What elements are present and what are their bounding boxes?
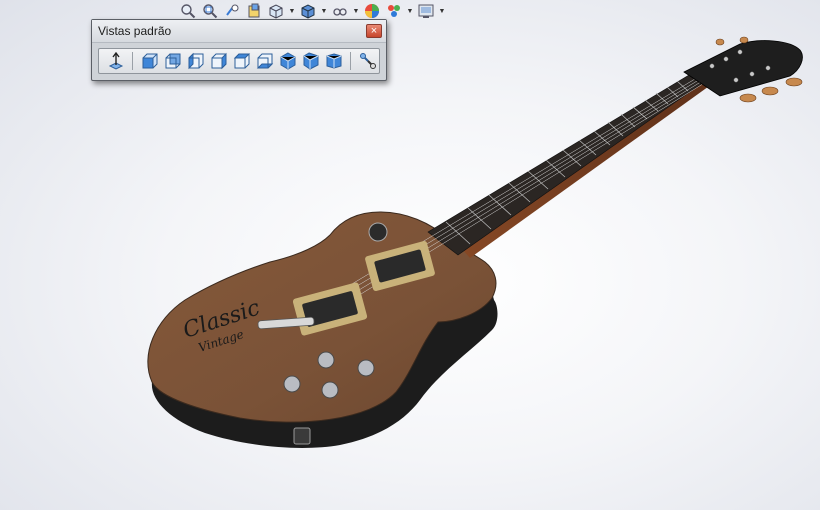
toolbar-separator [350, 52, 351, 70]
isometric-view-icon[interactable] [277, 50, 298, 72]
view-settings-dropdown-icon[interactable]: ▼ [438, 1, 446, 21]
left-view-icon[interactable] [185, 50, 206, 72]
toolbar-separator [132, 52, 133, 70]
bottom-view-icon[interactable] [254, 50, 275, 72]
close-button[interactable]: × [366, 24, 382, 38]
edit-appearance-icon[interactable] [362, 1, 382, 21]
selector-switch [368, 222, 388, 242]
previous-view-icon[interactable] [222, 1, 242, 21]
hide-show-items-dropdown-icon[interactable]: ▼ [352, 1, 360, 21]
front-view-icon[interactable] [139, 50, 160, 72]
output-jack [293, 427, 311, 445]
display-style-dropdown-icon[interactable]: ▼ [320, 1, 328, 21]
link-view-icon[interactable] [357, 50, 378, 72]
standard-views-titlebar[interactable]: Vistas padrão × [92, 20, 386, 43]
view-orientation-dropdown-icon[interactable]: ▼ [288, 1, 296, 21]
section-view-icon[interactable] [244, 1, 264, 21]
hide-show-items-icon[interactable] [330, 1, 350, 21]
back-view-icon[interactable] [162, 50, 183, 72]
top-view-icon[interactable] [231, 50, 252, 72]
dimetric-view-icon[interactable] [323, 50, 344, 72]
standard-views-buttons [98, 48, 380, 74]
apply-scene-dropdown-icon[interactable]: ▼ [406, 1, 414, 21]
view-settings-icon[interactable] [416, 1, 436, 21]
view-orientation-icon[interactable] [266, 1, 286, 21]
zoom-to-area-icon[interactable] [200, 1, 220, 21]
apply-scene-icon[interactable] [384, 1, 404, 21]
standard-views-toolbar: Vistas padrão × [91, 19, 387, 81]
display-style-icon[interactable] [298, 1, 318, 21]
standard-views-title: Vistas padrão [98, 24, 172, 38]
zoom-to-fit-icon[interactable] [178, 1, 198, 21]
trimetric-view-icon[interactable] [300, 50, 321, 72]
normal-to-icon[interactable] [105, 50, 126, 72]
right-view-icon[interactable] [208, 50, 229, 72]
